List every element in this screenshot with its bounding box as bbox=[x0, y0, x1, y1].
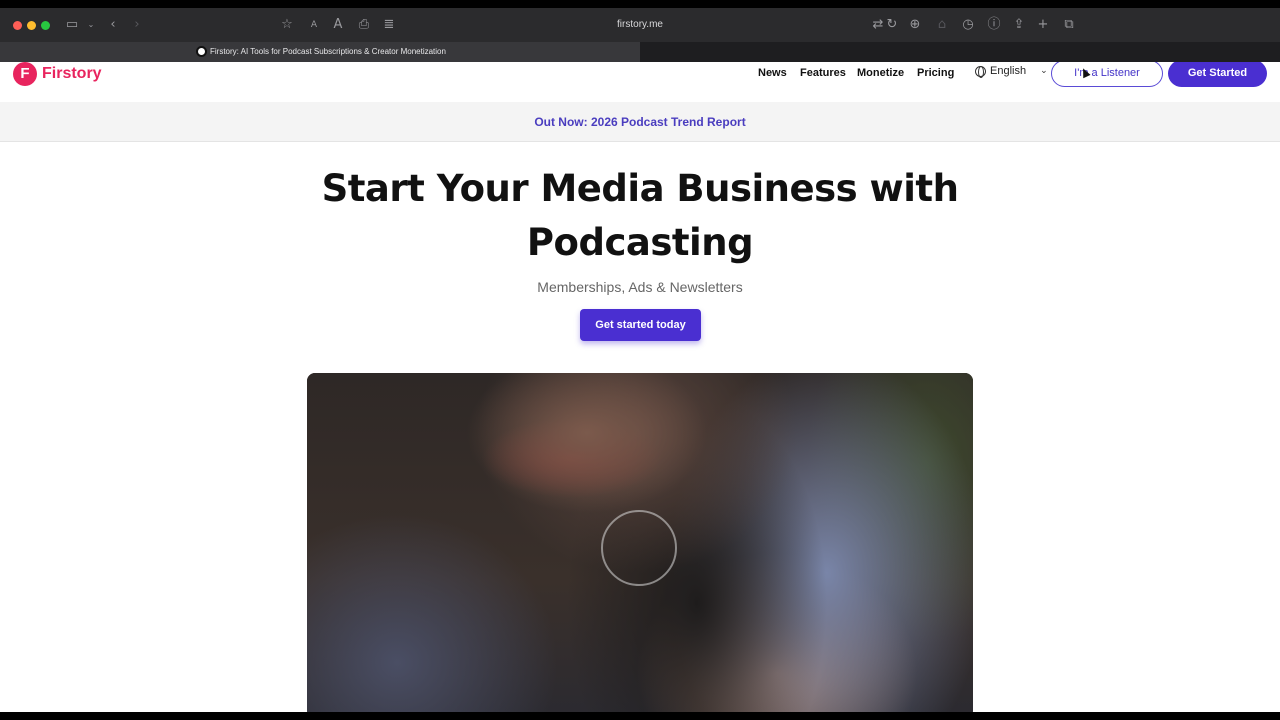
close-window-button[interactable] bbox=[13, 21, 22, 30]
text-smaller-icon[interactable]: A bbox=[305, 16, 323, 34]
get-started-today-button[interactable]: Get started today bbox=[580, 309, 701, 341]
tab-title: Firstory: AI Tools for Podcast Subscript… bbox=[210, 47, 446, 56]
hero-video[interactable] bbox=[307, 373, 973, 712]
browser-toolbar: ▭ ⌄ ‹ › ☆ A A ⎙ ≣ firstory.me ⇄ ↻ ⊕ ⌂ ◷ … bbox=[0, 8, 1280, 42]
firstory-logo-icon: F bbox=[13, 62, 37, 86]
printer-icon[interactable]: ⎙ bbox=[355, 16, 373, 34]
nav-pricing[interactable]: Pricing bbox=[917, 66, 954, 80]
page-viewport: F Firstory News Features Monetize Pricin… bbox=[0, 62, 1280, 712]
nav-news[interactable]: News bbox=[758, 66, 787, 80]
tab-bar: Firstory: AI Tools for Podcast Subscript… bbox=[0, 42, 1280, 62]
info-icon[interactable]: ⓘ bbox=[985, 16, 1003, 34]
star-icon[interactable]: ☆ bbox=[278, 16, 296, 34]
reload-icon[interactable]: ↻ bbox=[883, 16, 901, 34]
listener-button[interactable]: I'm a Listener bbox=[1051, 62, 1163, 87]
forward-arrow-icon[interactable]: › bbox=[128, 16, 146, 34]
history-icon[interactable]: ◷ bbox=[959, 16, 977, 34]
back-arrow-icon[interactable]: ‹ bbox=[104, 16, 122, 34]
logo-text: Firstory bbox=[42, 65, 102, 82]
window-bottom-edge bbox=[0, 712, 1280, 720]
nav-monetize[interactable]: Monetize bbox=[857, 66, 904, 80]
nav-features[interactable]: Features bbox=[800, 66, 846, 80]
site-header: F Firstory News Features Monetize Pricin… bbox=[0, 62, 1280, 102]
address-bar-url[interactable]: firstory.me bbox=[560, 17, 720, 33]
play-icon[interactable] bbox=[601, 510, 677, 586]
share-icon[interactable]: ⇪ bbox=[1010, 16, 1028, 34]
minimize-window-button[interactable] bbox=[27, 21, 36, 30]
trend-report-link[interactable]: Out Now: 2026 Podcast Trend Report bbox=[534, 115, 745, 129]
sidebar-toggle-icon[interactable]: ▭ bbox=[63, 16, 81, 34]
hero-title: Start Your Media Business with Podcastin… bbox=[321, 167, 959, 264]
home-icon[interactable]: ⌂ bbox=[933, 16, 951, 34]
tab-overview-icon[interactable]: ⧉ bbox=[1060, 16, 1078, 34]
text-larger-icon[interactable]: A bbox=[329, 16, 347, 34]
favicon-icon bbox=[196, 46, 207, 57]
new-tab-icon[interactable]: + bbox=[1034, 16, 1052, 34]
download-icon[interactable]: ⊕ bbox=[906, 16, 924, 34]
active-tab[interactable]: Firstory: AI Tools for Podcast Subscript… bbox=[0, 42, 640, 62]
language-selector[interactable]: English ⌄ bbox=[975, 65, 1048, 78]
logo[interactable]: F Firstory bbox=[13, 62, 102, 86]
get-started-button[interactable]: Get Started bbox=[1168, 62, 1267, 87]
reader-icon[interactable]: ≣ bbox=[380, 16, 398, 34]
chevron-down-icon: ⌄ bbox=[1040, 66, 1048, 76]
announcement-bar: Out Now: 2026 Podcast Trend Report bbox=[0, 102, 1280, 142]
hero-subtitle: Memberships, Ads & Newsletters bbox=[537, 279, 743, 295]
globe-icon bbox=[975, 65, 986, 78]
language-label: English bbox=[990, 65, 1027, 77]
chevron-down-icon[interactable]: ⌄ bbox=[82, 16, 100, 34]
zoom-window-button[interactable] bbox=[41, 21, 50, 30]
